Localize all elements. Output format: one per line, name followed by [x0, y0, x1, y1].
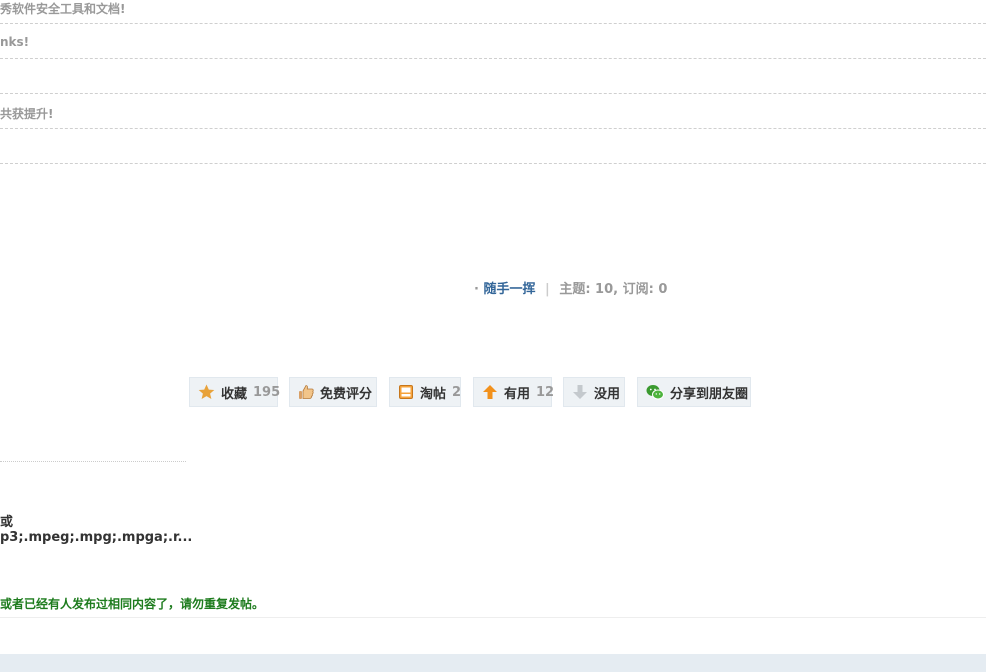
row-divider: [0, 163, 986, 165]
forum-name-link[interactable]: 随手一挥: [483, 282, 535, 297]
favorite-count: 195: [253, 384, 281, 400]
collect-label: 淘帖: [420, 386, 447, 402]
row-divider: [0, 58, 986, 60]
row-divider: [0, 23, 986, 25]
row-divider: [0, 128, 986, 130]
bottom-bar: [0, 654, 986, 672]
top-row-4-text: 共获提升!: [0, 107, 54, 121]
favorite-button[interactable]: 收藏 195: [189, 377, 281, 407]
attachment-types: p3;.mpeg;.mpg;.mpga;.r...: [0, 530, 193, 545]
footer-divider: [0, 617, 986, 618]
rate-label: 免费评分: [320, 386, 373, 402]
share-label: 分享到朋友圈: [670, 386, 749, 402]
forum-stats: 主题: 10, 订阅: 0: [559, 282, 668, 297]
attachment-line-1: 或: [0, 515, 14, 530]
useless-button[interactable]: 没用: [563, 377, 625, 407]
wechat-icon: [646, 384, 664, 400]
useful-count: 12: [536, 384, 555, 400]
share-moments-button[interactable]: 分享到朋友圈: [637, 377, 751, 407]
favorite-label: 收藏: [221, 386, 248, 402]
duplicate-post-notice: 或者已经有人发布过相同内容了，请勿重复发帖。: [0, 597, 265, 611]
thumbs-up-icon: [298, 384, 314, 400]
section-divider: [0, 461, 186, 463]
forum-info: · 随手一挥 | 主题: 10, 订阅: 0: [474, 278, 667, 297]
tray-icon: [398, 384, 414, 400]
post-actions: 收藏 195 免费评分 淘帖 2 有用 12 没用 分享到朋友圈: [0, 377, 986, 409]
top-row-2-text: nks!: [0, 35, 30, 49]
rate-button[interactable]: 免费评分: [289, 377, 377, 407]
forum-separator: |: [545, 282, 550, 297]
arrow-down-icon: [572, 384, 588, 400]
arrow-up-icon: [482, 384, 498, 400]
top-row-1-text: 秀软件安全工具和文档!: [0, 2, 126, 16]
star-icon: [198, 384, 215, 400]
useless-label: 没用: [594, 386, 621, 402]
useful-button[interactable]: 有用 12: [473, 377, 555, 407]
forum-bullet: ·: [474, 282, 479, 297]
collect-button[interactable]: 淘帖 2: [389, 377, 461, 407]
row-divider: [0, 93, 986, 95]
useful-label: 有用: [504, 386, 531, 402]
collect-count: 2: [452, 384, 462, 400]
